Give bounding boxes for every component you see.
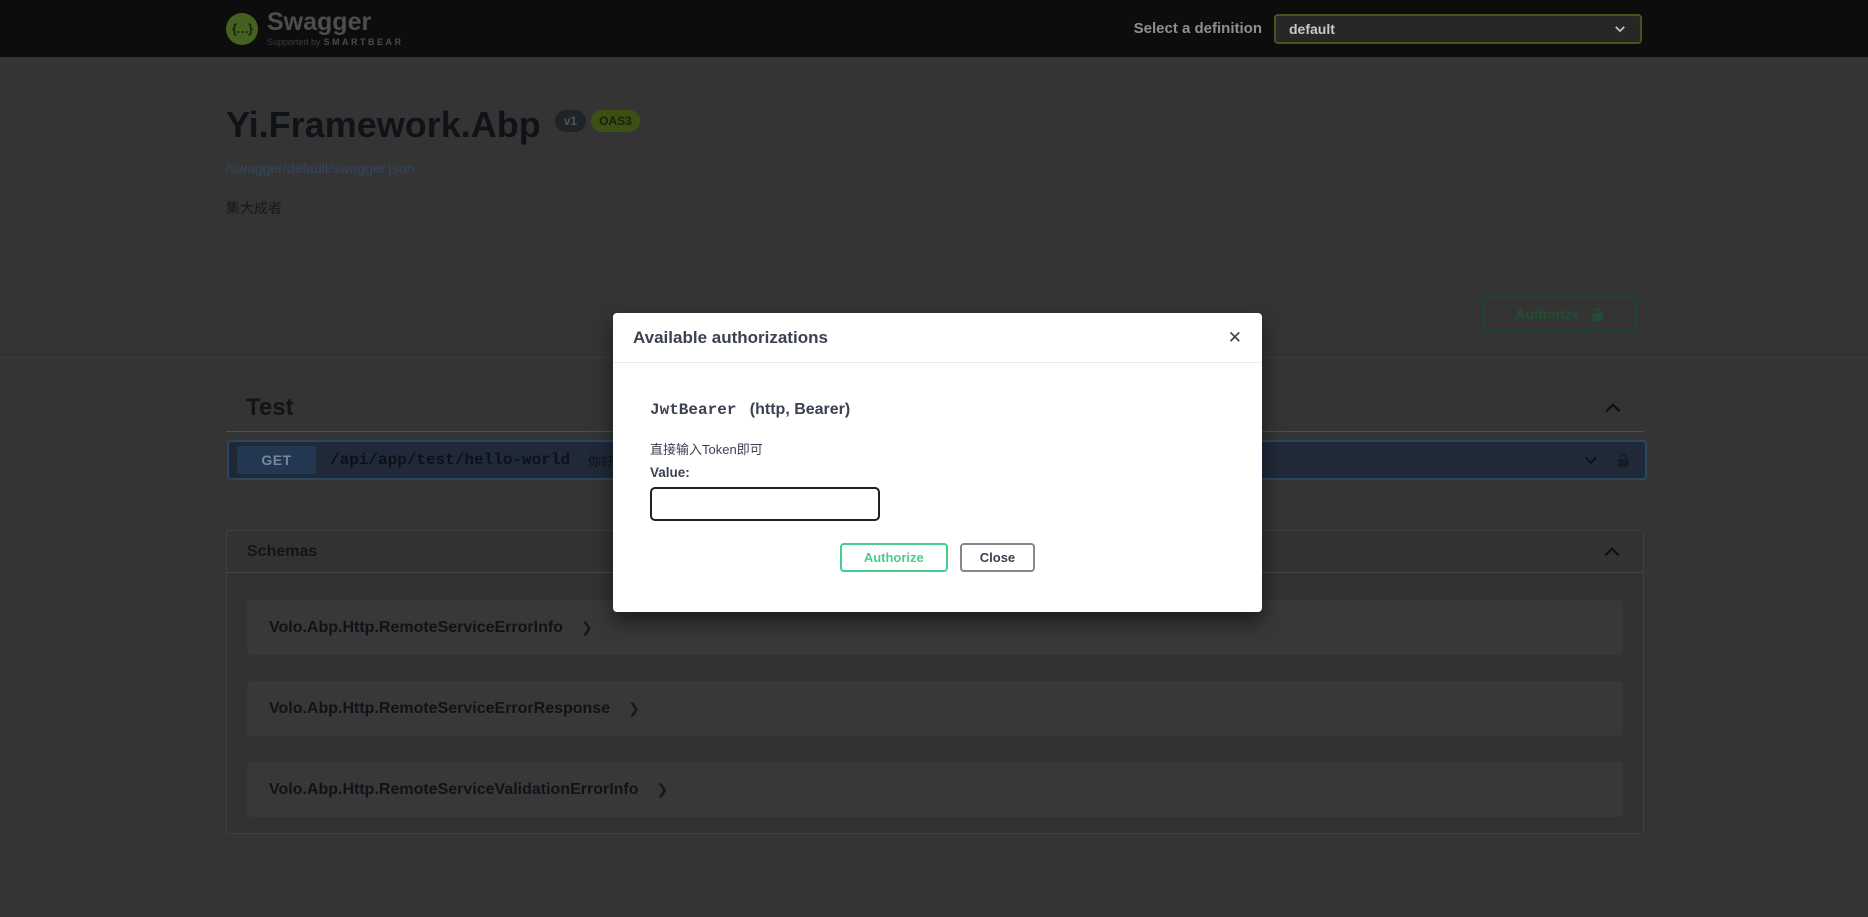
available-authorizations-modal: Available authorizations ✕ JwtBearer (ht… [613,313,1262,612]
swagger-logo: {…} Swagger Supported bySMARTBEAR [226,10,404,47]
tagline-prefix: Supported by [267,37,321,47]
collapse-arrow-icon[interactable] [1602,397,1624,419]
schema-row-remote-service-validation-error-info[interactable]: Volo.Abp.Http.RemoteServiceValidationErr… [247,762,1623,817]
auth-scheme-description: 直接输入Token即可 [650,439,1225,458]
schemas-collapse-arrow-icon[interactable] [1601,541,1623,563]
schema-name: Volo.Abp.Http.RemoteServiceValidationErr… [269,781,639,799]
http-method-badge: GET [237,446,316,474]
definition-select[interactable]: default [1274,14,1642,44]
modal-close-button[interactable]: Close [960,543,1035,572]
auth-scheme-type: (http, Bearer) [750,401,850,418]
select-definition-label: Select a definition [1134,20,1262,37]
authorize-button-label: Authorize [1515,306,1580,322]
schema-name: Volo.Abp.Http.RemoteServiceErrorResponse [269,700,610,718]
api-title-text: Yi.Framework.Abp [226,104,541,146]
chevron-down-icon [1613,22,1627,36]
api-description: 集大成者 [226,198,282,218]
tag-title: Test [246,394,294,422]
swagger-logo-icon: {…} [226,13,258,45]
auth-scheme-name: JwtBearer [650,401,736,419]
operation-icons [1582,451,1645,469]
value-label: Value: [650,465,1225,480]
spec-url-link[interactable]: /swagger/default/swagger.json [226,160,414,176]
modal-authorize-button[interactable]: Authorize [840,543,948,572]
page-title: Yi.Framework.Abp v1 OAS3 [226,104,640,146]
authorize-button[interactable]: Authorize [1482,296,1638,332]
chevron-right-icon: ❯ [628,700,640,717]
brand-name: Swagger [267,10,404,35]
modal-body: JwtBearer (http, Bearer) 直接输入Token即可 Val… [613,363,1262,572]
tagline-brand: SMARTBEAR [324,37,404,47]
operation-unlocked-padlock-icon[interactable] [1616,452,1631,469]
swagger-ui-page: {…} Swagger Supported bySMARTBEAR Select… [0,0,1868,917]
token-value-input[interactable] [650,487,880,521]
expand-chevron-down-icon[interactable] [1582,451,1600,469]
modal-buttons: Authorize Close [650,543,1225,572]
schema-row-remote-service-error-response[interactable]: Volo.Abp.Http.RemoteServiceErrorResponse… [247,681,1623,736]
modal-title: Available authorizations [633,328,828,348]
schemas-title: Schemas [247,543,317,561]
swagger-wordmark: Swagger Supported bySMARTBEAR [267,10,404,47]
brand-tagline: Supported bySMARTBEAR [267,37,404,47]
version-badge: v1 [555,110,586,132]
oas3-badge: OAS3 [591,110,640,132]
title-badges: v1 OAS3 [555,110,640,132]
definition-select-value: default [1289,21,1335,37]
chevron-right-icon: ❯ [657,781,669,798]
operation-path: /api/app/test/hello-world [330,451,570,469]
modal-header: Available authorizations ✕ [613,313,1262,363]
auth-scheme-title: JwtBearer (http, Bearer) [650,401,1225,419]
close-icon[interactable]: ✕ [1228,329,1242,346]
chevron-right-icon: ❯ [581,619,593,636]
topbar: {…} Swagger Supported bySMARTBEAR Select… [0,0,1868,57]
schema-name: Volo.Abp.Http.RemoteServiceErrorInfo [269,619,563,637]
unlocked-padlock-icon [1590,306,1605,323]
definition-selector: Select a definition default [1134,14,1642,44]
